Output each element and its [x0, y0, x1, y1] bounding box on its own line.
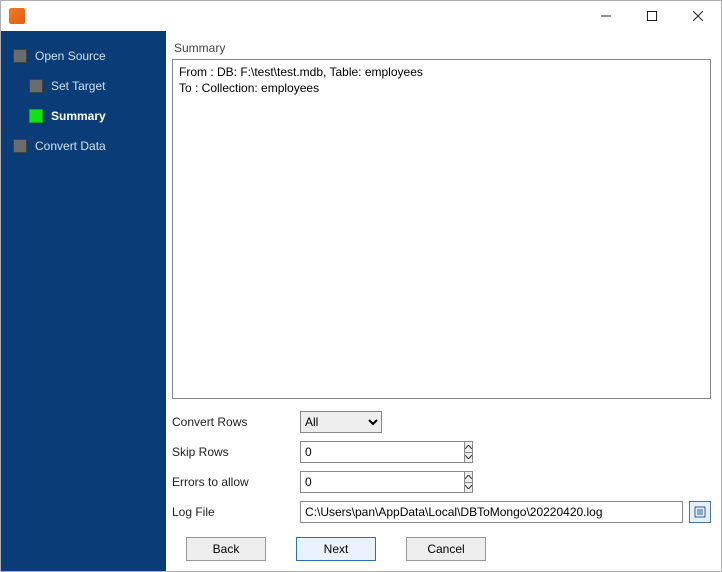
- summary-line: To : Collection: employees: [179, 80, 704, 96]
- label-log-file: Log File: [172, 505, 300, 519]
- sidebar-item-label: Summary: [51, 109, 106, 123]
- button-bar: Back Next Cancel: [172, 531, 711, 565]
- step-box-icon: [29, 79, 43, 93]
- label-convert-rows: Convert Rows: [172, 415, 300, 429]
- spin-down-icon[interactable]: [464, 452, 473, 464]
- maximize-button[interactable]: [629, 1, 675, 31]
- label-errors-allow: Errors to allow: [172, 475, 300, 489]
- sidebar-item-convert-data[interactable]: Convert Data: [1, 131, 166, 161]
- titlebar: [1, 1, 721, 31]
- app-window: Open Source Set Target Summary Convert D…: [0, 0, 722, 572]
- step-box-icon: [13, 139, 27, 153]
- step-box-icon: [29, 109, 43, 123]
- row-errors-allow: Errors to allow: [172, 471, 711, 493]
- close-button[interactable]: [675, 1, 721, 31]
- sidebar-item-open-source[interactable]: Open Source: [1, 41, 166, 71]
- cancel-button[interactable]: Cancel: [406, 537, 486, 561]
- back-button[interactable]: Back: [186, 537, 266, 561]
- browse-log-button[interactable]: [689, 501, 711, 523]
- browse-icon: [693, 505, 707, 519]
- sidebar-item-summary[interactable]: Summary: [1, 101, 166, 131]
- spin-up-icon[interactable]: [464, 471, 473, 482]
- main-panel: Summary From : DB: F:\test\test.mdb, Tab…: [166, 31, 721, 571]
- row-skip-rows: Skip Rows: [172, 441, 711, 463]
- summary-textarea[interactable]: From : DB: F:\test\test.mdb, Table: empl…: [172, 59, 711, 399]
- app-icon: [9, 8, 25, 24]
- row-log-file: Log File: [172, 501, 711, 523]
- input-skip-rows[interactable]: [300, 441, 464, 463]
- input-log-file[interactable]: [300, 501, 683, 523]
- sidebar-item-label: Open Source: [35, 49, 106, 63]
- wizard-sidebar: Open Source Set Target Summary Convert D…: [1, 31, 166, 571]
- input-errors-allow[interactable]: [300, 471, 464, 493]
- spin-down-icon[interactable]: [464, 482, 473, 494]
- spin-up-icon[interactable]: [464, 441, 473, 452]
- step-box-icon: [13, 49, 27, 63]
- select-convert-rows[interactable]: All: [300, 411, 382, 433]
- options-panel: Convert Rows All Skip Rows: [172, 411, 711, 531]
- spinner-errors-allow: [300, 471, 382, 493]
- summary-line: From : DB: F:\test\test.mdb, Table: empl…: [179, 64, 704, 80]
- summary-label: Summary: [172, 39, 711, 59]
- next-button[interactable]: Next: [296, 537, 376, 561]
- sidebar-item-label: Convert Data: [35, 139, 106, 153]
- row-convert-rows: Convert Rows All: [172, 411, 711, 433]
- sidebar-item-set-target[interactable]: Set Target: [1, 71, 166, 101]
- sidebar-item-label: Set Target: [51, 79, 105, 93]
- label-skip-rows: Skip Rows: [172, 445, 300, 459]
- spinner-skip-rows: [300, 441, 382, 463]
- minimize-button[interactable]: [583, 1, 629, 31]
